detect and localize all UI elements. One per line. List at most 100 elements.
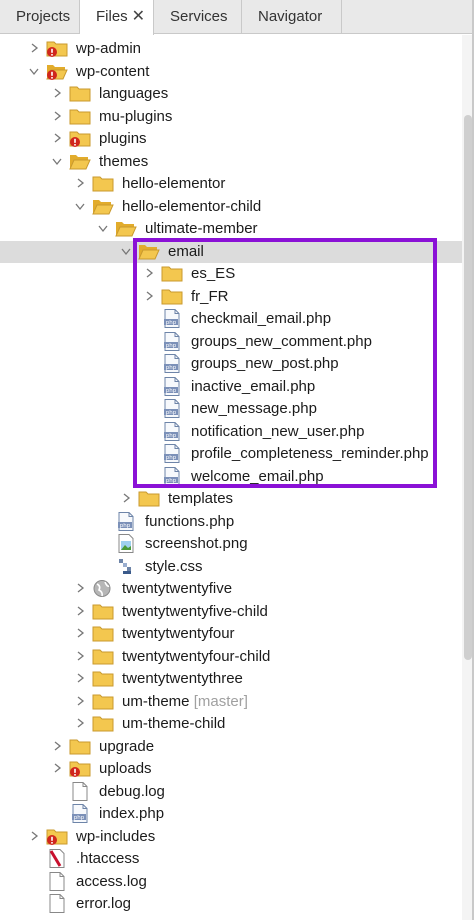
tree-row[interactable]: es_ES [0,263,462,286]
tree-row[interactable]: ultimate-member [0,218,462,241]
svg-text:php: php [166,320,177,326]
tree-row[interactable]: twentytwentyfour-child [0,646,462,669]
folder-error-icon [46,827,68,846]
tree-item-label: templates [168,488,233,511]
tree-item-label: um-theme [master] [122,691,248,714]
tree-row[interactable]: php new_message.php [0,398,462,421]
tree-row[interactable]: fr_FR [0,286,462,309]
tree-row[interactable]: php profile_completeness_reminder.php [0,443,462,466]
chevron-right-icon[interactable] [51,109,63,123]
tree-item-label: hello-elementor [122,173,225,196]
tree-row[interactable]: twentytwentyfive-child [0,601,462,624]
chevron-right-icon[interactable] [74,581,86,595]
tree-row[interactable]: hello-elementor [0,173,462,196]
tab-label: Services [170,8,228,25]
tree-row[interactable]: upgrade [0,736,462,759]
tree-row[interactable]: themes [0,151,462,174]
svg-text:php: php [166,455,177,461]
close-icon[interactable]: ✕ [132,0,145,34]
tree-item-label: welcome_email.php [191,466,324,489]
branch-tag: [master] [193,692,248,710]
chevron-down-icon[interactable] [51,154,63,168]
folder-open-icon [92,197,114,216]
tree-row[interactable]: email [0,240,462,263]
tree-item-label: screenshot.png [145,533,248,556]
item-name: twentytwentyfour [122,625,235,642]
chevron-down-icon[interactable] [97,221,109,235]
tree-item-label: new_message.php [191,398,317,421]
tree-row[interactable]: languages [0,83,462,106]
tree-row[interactable]: mu-plugins [0,106,462,129]
chevron-right-icon[interactable] [51,131,63,145]
php-file-icon: php [115,511,137,531]
tree-row[interactable]: um-theme [master] [0,691,462,714]
tree-row[interactable]: php groups_new_post.php [0,353,462,376]
tree-row[interactable]: php functions.php [0,511,462,534]
chevron-right-icon[interactable] [143,289,155,303]
chevron-right-icon[interactable] [74,694,86,708]
tree-item-label: access.log [76,871,147,894]
chevron-down-icon[interactable] [74,199,86,213]
chevron-right-icon[interactable] [74,671,86,685]
chevron-down-icon[interactable] [120,244,132,258]
tree-row[interactable]: wp-content [0,61,462,84]
tree-row[interactable]: twentytwentyfive [0,578,462,601]
tree-row[interactable]: php notification_new_user.php [0,421,462,444]
chevron-right-icon[interactable] [120,491,132,505]
chevron-right-icon[interactable] [74,604,86,618]
tree-row[interactable]: php groups_new_comment.php [0,331,462,354]
tree-row[interactable]: .htaccess [0,848,462,871]
item-name: hello-elementor [122,175,226,192]
tree-row[interactable]: wp-includes [0,826,462,849]
tree-row[interactable]: php checkmail_email.php [0,308,462,331]
tree-row[interactable]: plugins [0,128,462,151]
tree-row[interactable]: style.css [0,556,462,579]
item-name: twentytwentyfour-child [122,647,271,665]
chevron-right-icon[interactable] [51,86,63,100]
item-name: notification_new_user.php [191,422,365,440]
folder-open-icon [115,219,137,238]
htaccess-file-icon [46,849,68,868]
folder-error-icon [46,39,68,58]
tree-row[interactable]: php index.php [0,803,462,826]
tree-row[interactable]: uploads [0,758,462,781]
chevron-right-icon[interactable] [74,626,86,640]
chevron-right-icon[interactable] [28,829,40,843]
tree-row[interactable]: wp-admin [0,38,462,61]
tab-navigator[interactable]: Navigator [242,0,342,34]
item-name: new_message.php [191,400,317,417]
chevron-right-icon[interactable] [74,176,86,190]
chevron-right-icon[interactable] [74,649,86,663]
tree-row[interactable]: templates [0,488,462,511]
tree-row[interactable]: hello-elementor-child [0,196,462,219]
tree-row[interactable]: debug.log [0,781,462,804]
chevron-right-icon[interactable] [51,761,63,775]
chevron-right-icon[interactable] [28,41,40,55]
chevron-right-icon[interactable] [51,739,63,753]
item-name: themes [99,152,149,170]
tree-row[interactable]: screenshot.png [0,533,462,556]
svg-text:php: php [166,343,177,349]
chevron-down-icon[interactable] [28,64,40,78]
tree-row[interactable]: php inactive_email.php [0,376,462,399]
scrollbar-thumb[interactable] [464,115,472,660]
item-name: ultimate-member [145,220,258,237]
folder-error-icon [69,759,91,778]
folder-icon [92,714,114,733]
tree-item-label: ultimate-member [145,218,258,241]
folder-open-icon [69,152,91,171]
tab-projects[interactable]: Projects [0,0,80,34]
tree-row[interactable]: twentytwentythree [0,668,462,691]
folder-icon [92,174,114,193]
item-name: profile_completeness_reminder.php [191,445,429,462]
tree-row[interactable]: um-theme-child [0,713,462,736]
tree-row[interactable]: php welcome_email.php [0,466,462,489]
tab-files[interactable]: Files ✕ [80,0,154,35]
chevron-right-icon[interactable] [74,716,86,730]
chevron-right-icon[interactable] [143,266,155,280]
tree-row[interactable]: twentytwentyfour [0,623,462,646]
php-file-icon: php [161,376,183,396]
tab-services[interactable]: Services [154,0,242,34]
tree-row[interactable]: error.log [0,893,462,916]
tree-row[interactable]: access.log [0,871,462,894]
